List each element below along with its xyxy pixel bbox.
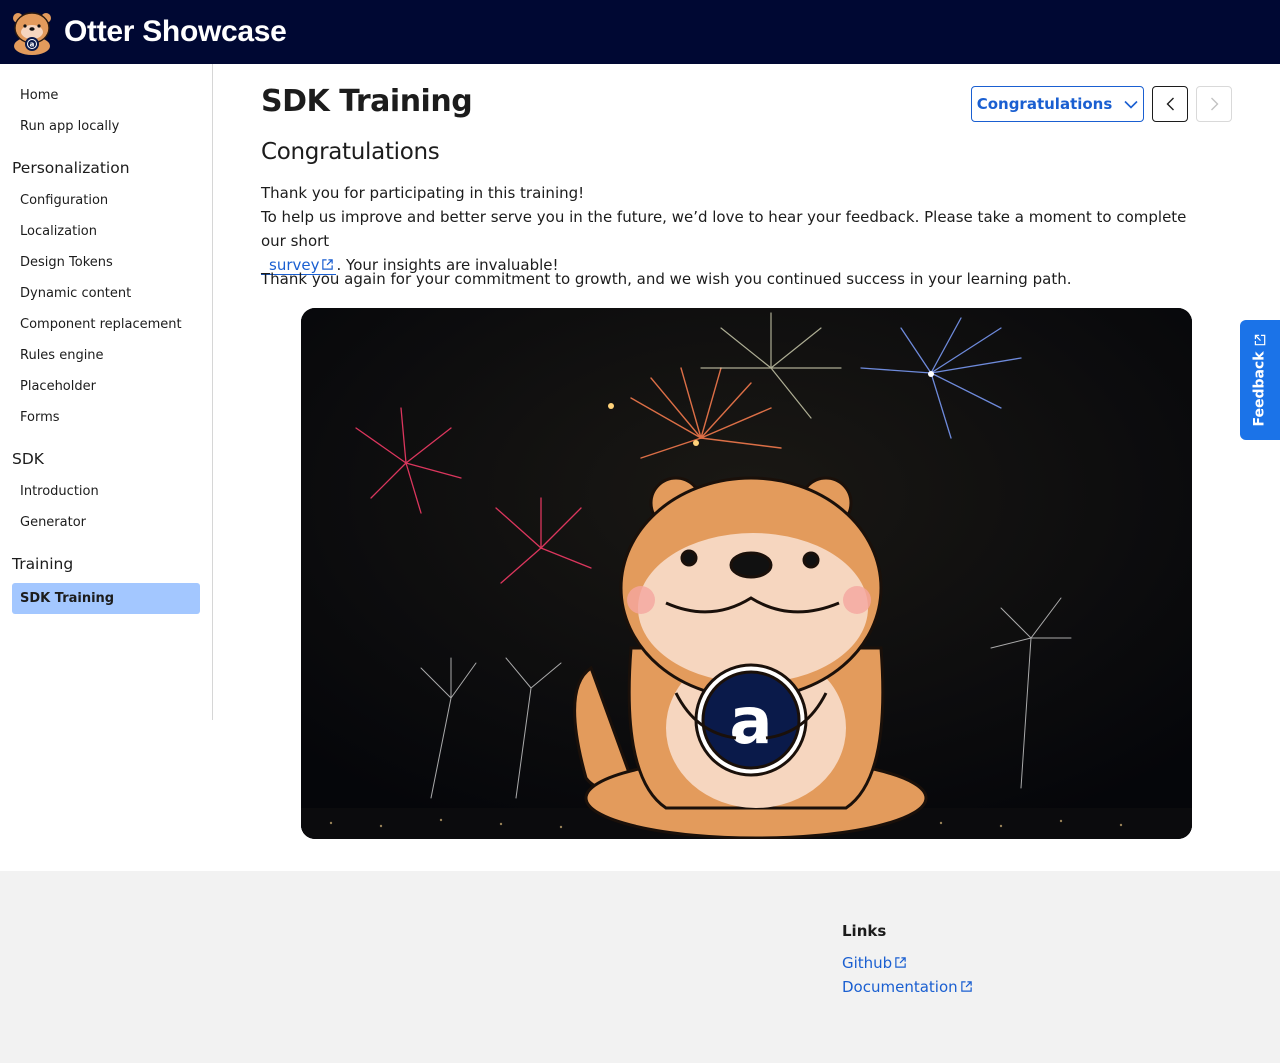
next-step-button[interactable] — [1196, 86, 1232, 122]
top-bar: a Otter Showcase — [0, 0, 1280, 64]
sidebar-item-generator[interactable]: Generator — [12, 507, 200, 538]
closing-paragraph: Thank you again for your commitment to g… — [261, 270, 1072, 288]
thanks-line: Thank you for participating in this trai… — [261, 184, 585, 202]
sidebar-item-component-replacement[interactable]: Component replacement — [12, 309, 200, 340]
page-title: SDK Training — [261, 84, 473, 119]
feedback-button[interactable]: Feedback — [1240, 320, 1280, 440]
svg-text:a: a — [30, 41, 35, 49]
external-link-icon — [1254, 334, 1266, 346]
sidebar-item-rules-engine[interactable]: Rules engine — [12, 340, 200, 371]
sidebar-group-personalization: Personalization — [12, 159, 130, 177]
sidebar-item-configuration[interactable]: Configuration — [12, 185, 200, 216]
chevron-down-icon — [1124, 100, 1138, 109]
footer: Links Github Documentation — [0, 871, 1280, 1063]
fireworks-otter-image: a — [301, 308, 1192, 839]
external-link-icon — [895, 957, 906, 968]
feedback-label: Feedback — [1252, 333, 1268, 427]
sidebar-group-sdk: SDK — [12, 450, 44, 468]
sidebar-item-run-app-locally[interactable]: Run app locally — [12, 111, 200, 142]
feedback-paragraph: Thank you for participating in this trai… — [261, 181, 1191, 277]
sidebar-item-localization[interactable]: Localization — [12, 216, 200, 247]
sidebar-group-training: Training — [12, 555, 74, 573]
svg-text:a: a — [729, 685, 772, 759]
feedback-label-text: Feedback — [1252, 351, 1268, 427]
sidebar-item-sdk-training[interactable]: SDK Training — [12, 583, 200, 614]
otter-logo-icon[interactable]: a — [8, 8, 56, 56]
github-link[interactable]: Github — [842, 954, 907, 972]
sidebar-item-design-tokens[interactable]: Design Tokens — [12, 247, 200, 278]
section-title: Congratulations — [261, 139, 440, 165]
sidebar-item-dynamic-content[interactable]: Dynamic content — [12, 278, 200, 309]
feedback-request-line: To help us improve and better serve you … — [261, 208, 1187, 250]
step-select-value: Congratulations — [976, 95, 1113, 113]
sidebar-item-home[interactable]: Home — [12, 80, 200, 111]
documentation-link[interactable]: Documentation — [842, 978, 973, 996]
documentation-link-label: Documentation — [842, 978, 958, 996]
external-link-icon — [960, 981, 972, 992]
footer-links-title: Links — [842, 922, 887, 940]
chevron-left-icon — [1166, 97, 1174, 111]
sidebar: Home Run app locally Personalization Con… — [0, 64, 213, 720]
chevron-right-icon — [1210, 97, 1218, 111]
previous-step-button[interactable] — [1152, 86, 1188, 122]
sidebar-item-placeholder[interactable]: Placeholder — [12, 371, 200, 402]
sidebar-item-introduction[interactable]: Introduction — [12, 476, 200, 507]
github-link-label: Github — [842, 954, 893, 972]
step-select[interactable]: Congratulations — [971, 86, 1144, 122]
brand-title[interactable]: Otter Showcase — [64, 15, 287, 49]
sidebar-item-forms[interactable]: Forms — [12, 402, 200, 433]
